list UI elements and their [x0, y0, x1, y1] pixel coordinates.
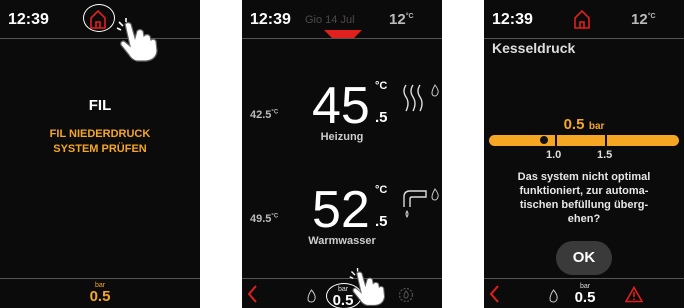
outdoor-temperature: 12°C	[389, 11, 414, 28]
pressure-gauge-bar	[489, 135, 679, 146]
heating-decimal: .5	[375, 109, 388, 126]
pressure-indicator[interactable]: bar 0.5	[85, 282, 115, 304]
pressure-value: 0.5	[574, 289, 596, 306]
gauge-unit: bar	[588, 121, 605, 132]
header-bar: 12:39 12°C	[484, 0, 684, 39]
tap-icon[interactable]	[400, 187, 428, 219]
hand-pointer-icon	[116, 18, 158, 62]
warning-icon[interactable]	[625, 286, 643, 303]
dhw-decimal: .5	[375, 213, 388, 230]
clock: 12:39	[250, 11, 291, 28]
boiler-pressure-screen: 12:39 12°C Kesseldruck 0.5 bar 1.0 1.5 D…	[484, 0, 684, 308]
gauge-tick	[555, 133, 557, 148]
heating-radiator-icon[interactable]	[402, 83, 428, 113]
gauge-marker	[540, 136, 548, 144]
outdoor-temperature: 12°C	[631, 11, 656, 28]
home-screen: 12:39 Gio 14 Jul 12°C 42.5°C 45 °C .5 He…	[242, 0, 442, 308]
settings-flame-icon[interactable]	[398, 287, 414, 303]
date: Gio 14 Jul	[305, 14, 355, 26]
flame-icon	[431, 84, 439, 97]
heating-label: Heizung	[320, 131, 364, 143]
confirmation-message: Das system nicht optimal funktioniert, z…	[517, 171, 651, 225]
flame-icon	[431, 188, 439, 201]
clock: 12:39	[8, 11, 49, 28]
alarm-message-line2: SYSTEM PRÜFEN	[53, 143, 147, 155]
dhw-unit: °C	[375, 184, 388, 196]
dhw-label: Warmwasser	[308, 235, 376, 247]
pressure-indicator[interactable]: bar 0.5	[570, 283, 600, 305]
home-icon[interactable]	[572, 8, 592, 30]
menu-pull-down-tab[interactable]	[324, 30, 362, 40]
footer-divider	[484, 278, 684, 279]
back-chevron-icon[interactable]	[246, 284, 258, 304]
footer-divider	[242, 278, 442, 279]
dhw-setpoint[interactable]: 49.5°C	[250, 213, 278, 225]
page-title: Kesseldruck	[492, 40, 576, 56]
alarm-screen: 12:39 FIL FIL NIEDERDRUCK SYSTEM PRÜFEN …	[0, 0, 200, 308]
gauge-tick-label: 1.0	[546, 149, 562, 161]
footer-divider	[0, 278, 200, 279]
hand-pointer-icon	[349, 268, 386, 306]
gauge-value: 0.5	[563, 116, 585, 133]
heating-unit: °C	[375, 80, 388, 92]
pressure-value: 0.5	[89, 288, 111, 305]
header-bar: 12:39	[0, 0, 200, 39]
gauge-tick-label: 1.5	[597, 149, 613, 161]
touch-highlight	[83, 4, 115, 32]
ok-button[interactable]: OK	[556, 241, 612, 275]
heating-setpoint[interactable]: 42.5°C	[250, 109, 278, 121]
alarm-message-line1: FIL NIEDERDRUCK	[49, 128, 151, 140]
pressure-readout: 0.5 bar	[484, 116, 684, 134]
alarm-code: FIL	[88, 97, 112, 114]
gauge-tick	[605, 133, 607, 148]
back-chevron-icon[interactable]	[488, 284, 500, 304]
heating-temperature: 45	[312, 77, 370, 135]
clock: 12:39	[492, 11, 533, 28]
dhw-temperature: 52	[312, 181, 370, 239]
flame-icon	[549, 289, 558, 303]
flame-icon	[307, 289, 316, 303]
